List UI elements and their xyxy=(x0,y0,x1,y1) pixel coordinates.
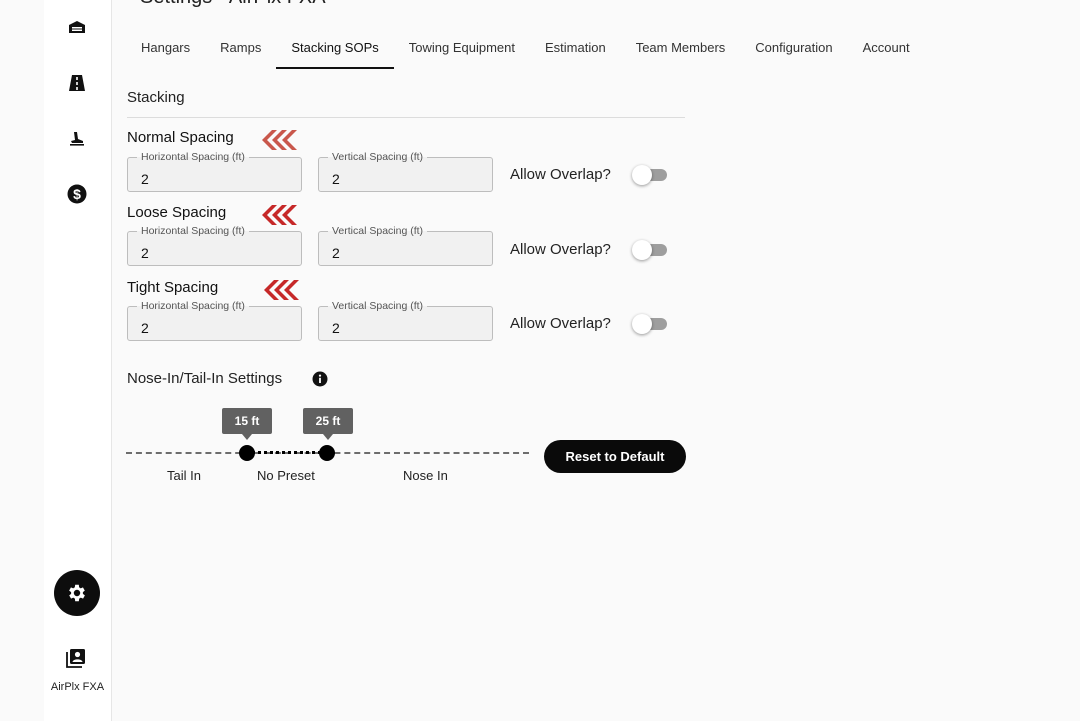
settings-button[interactable] xyxy=(54,570,100,616)
hangar-icon[interactable] xyxy=(66,16,88,38)
min-slider-thumb[interactable] xyxy=(239,445,255,461)
tight-horizontal-input[interactable] xyxy=(128,307,301,340)
nose-in-slider-range xyxy=(247,451,327,454)
min-value-tooltip: 15 ft xyxy=(222,408,272,440)
tow-icon[interactable] xyxy=(66,128,88,150)
org-name: AirPlx FXA xyxy=(50,681,105,693)
gear-icon xyxy=(69,584,85,602)
normal-overlap-label: Allow Overlap? xyxy=(510,166,611,183)
stacking-section-title: Stacking xyxy=(127,89,185,106)
normal-vertical-field[interactable]: Vertical Spacing (ft) xyxy=(318,151,493,192)
tight-horizontal-field[interactable]: Horizontal Spacing (ft) xyxy=(127,300,302,341)
tab-ramps[interactable]: Ramps xyxy=(205,30,276,69)
loose-overlap-toggle[interactable] xyxy=(632,240,668,260)
tight-vertical-field[interactable]: Vertical Spacing (ft) xyxy=(318,300,493,341)
loose-horizontal-input[interactable] xyxy=(128,232,301,265)
tab-account[interactable]: Account xyxy=(848,30,925,69)
account-box-icon[interactable] xyxy=(66,648,88,670)
normal-horizontal-input[interactable] xyxy=(128,158,301,191)
tight-spacing-title: Tight Spacing xyxy=(127,279,219,296)
chevron-left-icon xyxy=(262,130,297,150)
tab-hangars[interactable]: Hangars xyxy=(126,30,205,69)
normal-spacing-title: Normal Spacing xyxy=(127,129,234,146)
no-preset-label: No Preset xyxy=(257,468,315,483)
tail-in-label: Tail In xyxy=(167,468,201,483)
loose-horizontal-field[interactable]: Horizontal Spacing (ft) xyxy=(127,225,302,266)
max-value-tooltip: 25 ft xyxy=(303,408,353,440)
svg-text:$: $ xyxy=(73,186,81,202)
nose-in-label: Nose In xyxy=(403,468,448,483)
normal-overlap-toggle[interactable] xyxy=(632,165,668,185)
loose-spacing-title: Loose Spacing xyxy=(127,204,227,221)
tight-overlap-toggle[interactable] xyxy=(632,314,668,334)
tab-team-members[interactable]: Team Members xyxy=(621,30,741,69)
tight-overlap-label: Allow Overlap? xyxy=(510,315,611,332)
chevron-left-icon xyxy=(262,205,297,225)
tab-bar: Hangars Ramps Stacking SOPs Towing Equip… xyxy=(126,30,925,69)
normal-horizontal-field[interactable]: Horizontal Spacing (ft) xyxy=(127,151,302,192)
reset-to-default-button[interactable]: Reset to Default xyxy=(544,440,686,473)
tab-towing-equipment[interactable]: Towing Equipment xyxy=(394,30,530,69)
sidebar: $ AirPlx FXA xyxy=(44,0,112,721)
info-icon[interactable] xyxy=(312,371,328,387)
chevron-left-icon xyxy=(264,280,299,300)
nose-in-settings-title: Nose-In/Tail-In Settings xyxy=(127,370,283,387)
tab-estimation[interactable]: Estimation xyxy=(530,30,621,69)
tight-vertical-input[interactable] xyxy=(319,307,492,340)
tab-configuration[interactable]: Configuration xyxy=(740,30,847,69)
dollar-icon[interactable]: $ xyxy=(66,183,88,205)
page-title: Settings - AirPlx FXA xyxy=(140,0,326,9)
normal-vertical-input[interactable] xyxy=(319,158,492,191)
loose-vertical-input[interactable] xyxy=(319,232,492,265)
max-slider-thumb[interactable] xyxy=(319,445,335,461)
loose-overlap-label: Allow Overlap? xyxy=(510,241,611,258)
section-divider xyxy=(127,117,685,118)
loose-vertical-field[interactable]: Vertical Spacing (ft) xyxy=(318,225,493,266)
ramp-icon[interactable] xyxy=(66,72,88,94)
tab-stacking-sops[interactable]: Stacking SOPs xyxy=(276,30,394,69)
